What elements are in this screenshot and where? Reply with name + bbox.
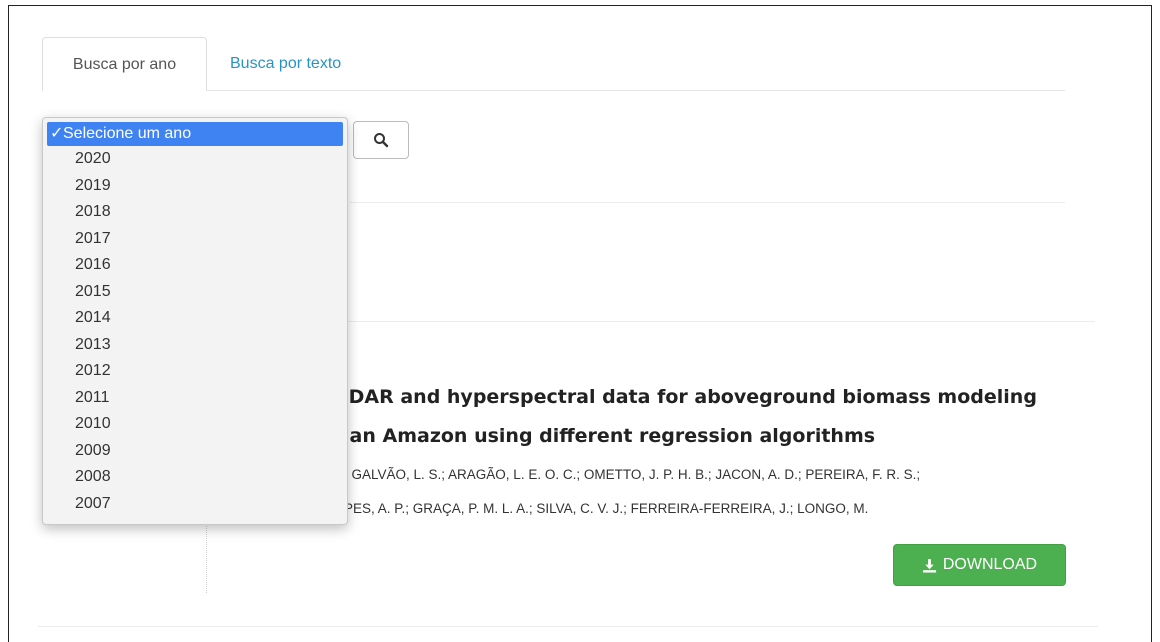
download-icon [922,558,936,573]
year-option[interactable]: 2020 [43,146,347,173]
download-button[interactable]: DOWNLOAD [893,544,1066,586]
year-option[interactable]: 2019 [43,173,347,200]
year-option[interactable]: 2007 [43,491,347,518]
year-option[interactable]: 2009 [43,438,347,465]
article-title-line: LiDAR and hyperspectral data for abovegr… [330,386,1037,408]
article-title-line: ilian Amazon using different regression … [330,425,876,447]
search-tabs: Busca por ano Busca por texto [42,37,1065,91]
tab-busca-por-ano[interactable]: Busca por ano [42,37,207,91]
search-icon [374,133,389,148]
year-option-selected[interactable]: ✓Selecione um ano [47,122,343,146]
authors-line: ; GALVÃO, L. S.; ARAGÃO, L. E. O. C.; OM… [344,467,921,482]
year-option[interactable]: 2017 [43,226,347,253]
year-option[interactable]: 2018 [43,199,347,226]
check-icon: ✓ [50,125,64,142]
divider [350,202,1065,203]
year-option[interactable]: 2008 [43,464,347,491]
authors-line: PES, A. P.; GRAÇA, P. M. L. A.; SILVA, C… [344,501,869,516]
year-option[interactable]: 2013 [43,332,347,359]
year-option[interactable]: 2010 [43,411,347,438]
year-option[interactable]: 2015 [43,279,347,306]
article-title[interactable]: LiDAR and hyperspectral data for abovegr… [330,378,1070,456]
year-option[interactable]: 2014 [43,305,347,332]
year-option[interactable]: 2011 [43,385,347,412]
year-option[interactable]: 2016 [43,252,347,279]
tab-busca-por-texto[interactable]: Busca por texto [210,37,361,91]
year-option[interactable]: 2012 [43,358,347,385]
divider [38,626,1098,627]
article-authors: ; GALVÃO, L. S.; ARAGÃO, L. E. O. C.; OM… [344,458,1084,526]
search-button[interactable] [353,121,409,159]
download-label: DOWNLOAD [942,556,1038,573]
year-option-label: Selecione um ano [63,125,192,142]
year-select-dropdown[interactable]: ✓Selecione um ano 2020 2019 2018 2017 2016 20… [42,117,348,525]
